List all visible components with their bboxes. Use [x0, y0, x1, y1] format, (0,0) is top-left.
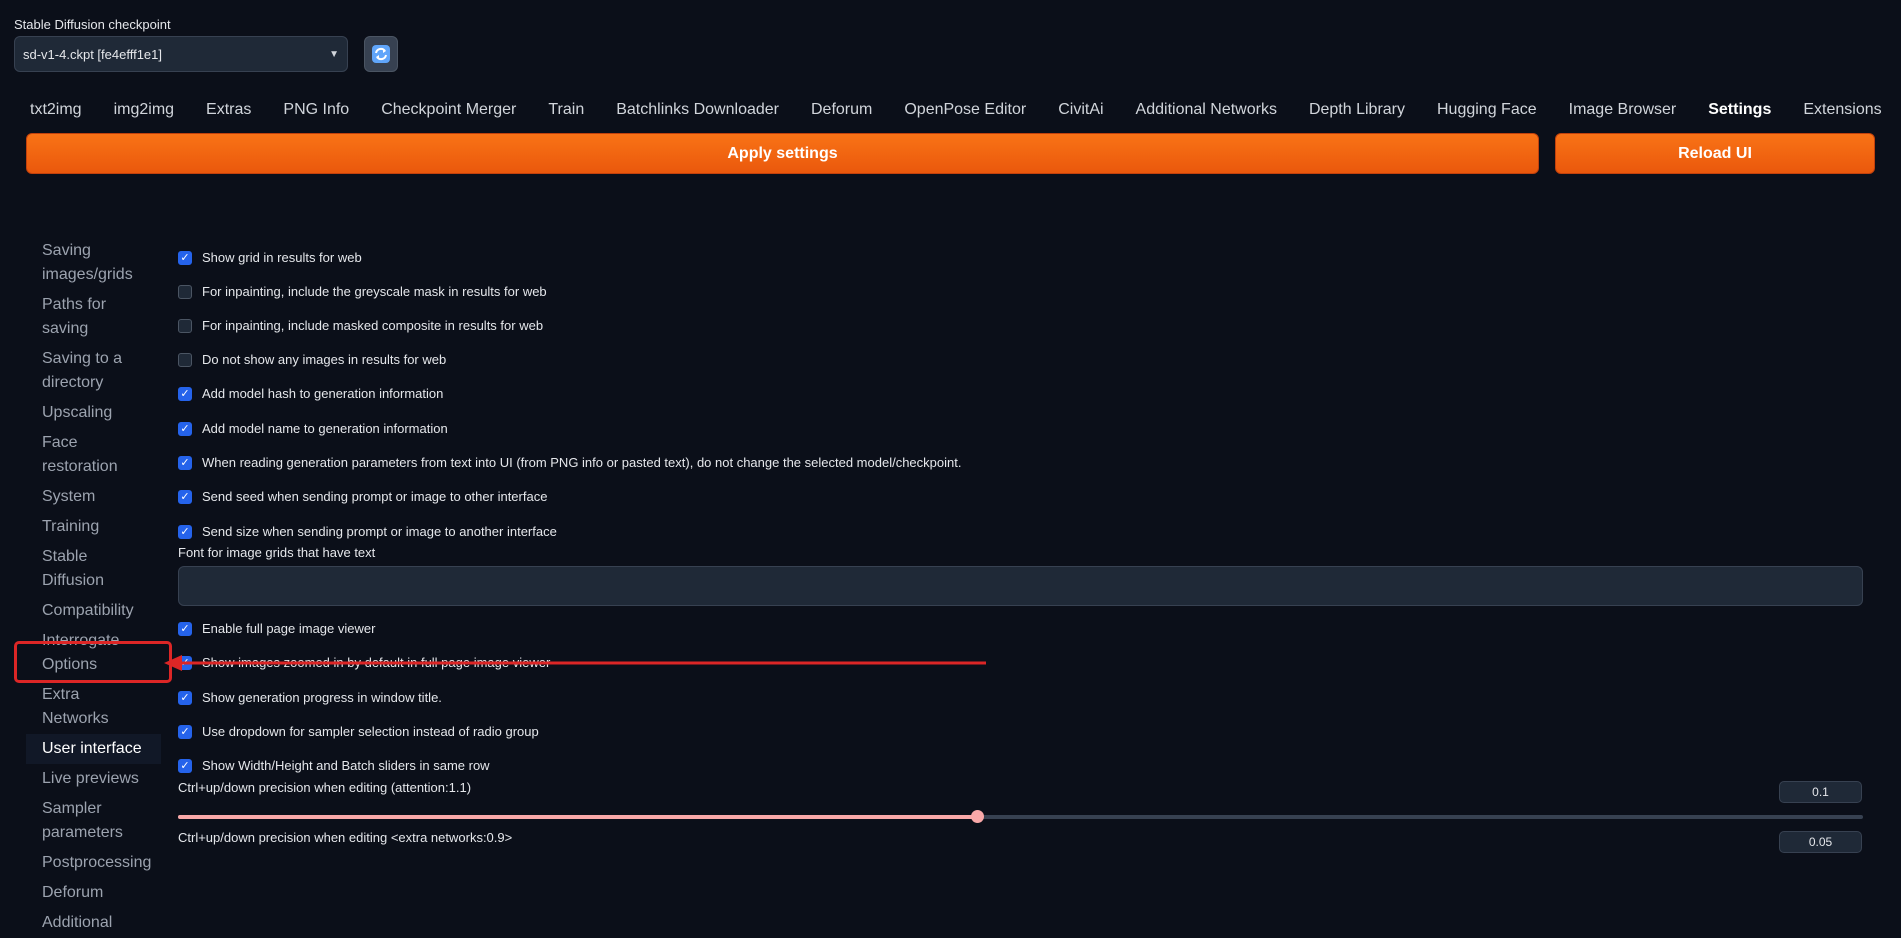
tab-extras[interactable]: Extras — [190, 96, 267, 124]
tab-hugging-face[interactable]: Hugging Face — [1421, 96, 1553, 124]
inpaint-masked-composite-label: For inpainting, include masked composite… — [202, 318, 544, 333]
attention-precision-slider[interactable] — [178, 810, 1863, 823]
inpaint-greyscale-mask-label: For inpainting, include the greyscale ma… — [202, 284, 547, 299]
sampler-dropdown-label: Use dropdown for sampler selection inste… — [202, 724, 539, 739]
checkpoint-value: sd-v1-4.ckpt [fe4efff1e1] — [23, 46, 162, 62]
setting-send-size: Send size when sending prompt or image t… — [178, 524, 557, 539]
sidebar-item-sampler-parameters[interactable]: Sampler parameters — [26, 794, 161, 848]
tab-batchlinks-downloader[interactable]: Batchlinks Downloader — [600, 96, 795, 124]
sidebar-item-postprocessing[interactable]: Postprocessing — [26, 848, 161, 878]
keep-checkpoint-label: When reading generation parameters from … — [202, 455, 962, 470]
tab-additional-networks[interactable]: Additional Networks — [1120, 96, 1293, 124]
keep-checkpoint-checkbox[interactable] — [178, 455, 192, 470]
chevron-down-icon: ▼ — [329, 48, 339, 60]
attention-precision-label: Ctrl+up/down precision when editing (att… — [178, 780, 472, 795]
tab-checkpoint-merger[interactable]: Checkpoint Merger — [365, 96, 532, 124]
hide-images-checkbox[interactable] — [178, 352, 192, 367]
extra-networks-precision-label: Ctrl+up/down precision when editing <ext… — [178, 830, 513, 845]
sidebar-item-deforum[interactable]: Deforum — [26, 878, 161, 908]
sidebar-item-compatibility[interactable]: Compatibility — [26, 596, 161, 626]
tab-extensions[interactable]: Extensions — [1787, 96, 1897, 124]
sidebar-item-extra-networks[interactable]: Extra Networks — [26, 680, 161, 734]
send-seed-checkbox[interactable] — [178, 489, 192, 504]
tab-civitai[interactable]: CivitAi — [1042, 96, 1119, 124]
model-hash-label: Add model hash to generation information — [202, 386, 444, 401]
attention-precision-slider-handle[interactable] — [970, 810, 984, 823]
setting-full-page-viewer: Enable full page image viewer — [178, 621, 375, 636]
checkpoint-dropdown[interactable]: sd-v1-4.ckpt [fe4efff1e1] ▼ — [14, 36, 348, 72]
highlight-box — [14, 641, 172, 683]
sidebar-item-user-interface[interactable]: User interface — [26, 734, 161, 764]
model-name-label: Add model name to generation information — [202, 421, 448, 436]
tab-img2img[interactable]: img2img — [98, 96, 190, 124]
sidebar-item-live-previews[interactable]: Live previews — [26, 764, 161, 794]
sampler-dropdown-checkbox[interactable] — [178, 724, 192, 739]
refresh-icon — [372, 45, 390, 63]
model-name-checkbox[interactable] — [178, 421, 192, 436]
attention-precision-slider-fill — [178, 815, 977, 819]
tab-train[interactable]: Train — [532, 96, 600, 124]
sidebar-item-saving-images-grids[interactable]: Saving images/grids — [26, 236, 161, 290]
font-field-input[interactable] — [178, 566, 1863, 606]
font-field-label: Font for image grids that have text — [178, 545, 376, 560]
inpaint-masked-composite-checkbox[interactable] — [178, 318, 192, 333]
sidebar-item-saving-to-a-directory[interactable]: Saving to a directory — [26, 344, 161, 398]
full-page-viewer-checkbox[interactable] — [178, 621, 192, 636]
sidebar-item-stable-diffusion[interactable]: Stable Diffusion — [26, 542, 161, 596]
sidebar-item-upscaling[interactable]: Upscaling — [26, 398, 161, 428]
settings-sidebar: Saving images/grids Paths for saving Sav… — [26, 236, 161, 938]
tab-deforum[interactable]: Deforum — [795, 96, 888, 124]
full-page-viewer-label: Enable full page image viewer — [202, 621, 376, 636]
setting-model-name: Add model name to generation information — [178, 421, 448, 436]
tab-depth-library[interactable]: Depth Library — [1293, 96, 1421, 124]
setting-sampler-dropdown: Use dropdown for sampler selection inste… — [178, 724, 539, 739]
red-pointer-arrow — [164, 655, 986, 671]
hide-images-label: Do not show any images in results for we… — [202, 352, 447, 367]
setting-show-grid: Show grid in results for web — [178, 250, 362, 265]
main-tabs: txt2img img2img Extras PNG Info Checkpoi… — [14, 96, 1898, 124]
extra-networks-precision-input[interactable]: 0.05 — [1779, 831, 1862, 853]
sidebar-item-face-restoration[interactable]: Face restoration — [26, 428, 161, 482]
show-grid-label: Show grid in results for web — [202, 250, 362, 265]
sidebar-item-paths-for-saving[interactable]: Paths for saving — [26, 290, 161, 344]
sidebar-item-system[interactable]: System — [26, 482, 161, 512]
tab-openpose-editor[interactable]: OpenPose Editor — [888, 96, 1042, 124]
sidebar-item-additional[interactable]: Additional — [26, 908, 161, 938]
inpaint-greyscale-mask-checkbox[interactable] — [178, 284, 192, 299]
setting-hide-images: Do not show any images in results for we… — [178, 352, 446, 367]
setting-model-hash: Add model hash to generation information — [178, 386, 443, 401]
sliders-same-row-label: Show Width/Height and Batch sliders in s… — [202, 758, 490, 773]
tab-png-info[interactable]: PNG Info — [267, 96, 365, 124]
send-seed-label: Send seed when sending prompt or image t… — [202, 489, 548, 504]
send-size-label: Send size when sending prompt or image t… — [202, 524, 557, 539]
sidebar-item-training[interactable]: Training — [26, 512, 161, 542]
send-size-checkbox[interactable] — [178, 524, 192, 539]
sliders-same-row-checkbox[interactable] — [178, 758, 192, 773]
attention-precision-input[interactable]: 0.1 — [1779, 781, 1862, 803]
show-grid-checkbox[interactable] — [178, 250, 192, 265]
tab-settings[interactable]: Settings — [1692, 96, 1787, 124]
model-hash-checkbox[interactable] — [178, 386, 192, 401]
setting-inpaint-greyscale-mask: For inpainting, include the greyscale ma… — [178, 284, 547, 299]
refresh-checkpoint-button[interactable] — [364, 36, 398, 72]
setting-progress-title: Show generation progress in window title… — [178, 690, 442, 705]
reload-ui-button[interactable]: Reload UI — [1555, 133, 1875, 174]
tab-txt2img[interactable]: txt2img — [14, 96, 98, 124]
progress-title-checkbox[interactable] — [178, 690, 192, 705]
apply-settings-button[interactable]: Apply settings — [26, 133, 1539, 174]
progress-title-label: Show generation progress in window title… — [202, 690, 442, 705]
checkpoint-label: Stable Diffusion checkpoint — [14, 17, 171, 32]
setting-sliders-same-row: Show Width/Height and Batch sliders in s… — [178, 758, 490, 773]
setting-inpaint-masked-composite: For inpainting, include masked composite… — [178, 318, 543, 333]
setting-keep-checkpoint: When reading generation parameters from … — [178, 455, 961, 470]
tab-image-browser[interactable]: Image Browser — [1553, 96, 1693, 124]
setting-send-seed: Send seed when sending prompt or image t… — [178, 489, 547, 504]
